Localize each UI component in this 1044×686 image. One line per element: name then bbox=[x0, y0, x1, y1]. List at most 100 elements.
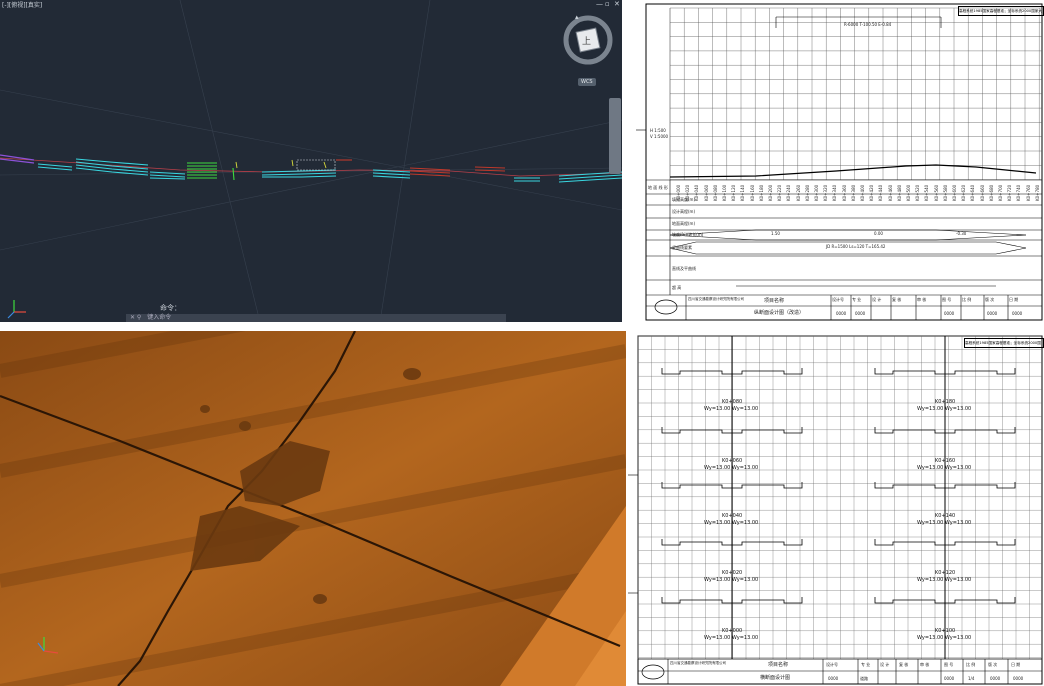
row-label-alignment: 直线及平曲线 bbox=[672, 266, 696, 271]
tb-value-5: 0000 bbox=[1012, 311, 1023, 316]
station-label: K0+360 bbox=[841, 184, 847, 201]
station-label: K0+140 bbox=[740, 184, 746, 201]
profile-corner-note: 高程系统1985国家高程基准；坐标系统2000国家大地坐标系 bbox=[958, 6, 1044, 16]
profile-drawing-sheet[interactable]: 高程系统1985国家高程基准；坐标系统2000国家大地坐标系 R-6000 T-… bbox=[636, 0, 1044, 322]
section-width-label: Wy=13.00 Wy=13.00 bbox=[704, 577, 759, 583]
command-input[interactable]: ✕ ⚲ 键入命令 bbox=[126, 314, 506, 322]
station-label: K0+460 bbox=[887, 184, 893, 201]
section-station-label: K0+040 bbox=[722, 513, 743, 519]
tb2-value-1: 0000 bbox=[828, 676, 839, 681]
company-logo-icon bbox=[654, 299, 678, 315]
station-label: K0+000 bbox=[676, 184, 681, 201]
section-width-label: Wy=13.00 Wy=13.00 bbox=[704, 406, 759, 412]
station-label: K0+120 bbox=[731, 184, 737, 201]
tb2-company: 四川省交通勘察设计研究院有限公司 bbox=[670, 661, 726, 665]
station-label: K0+020 bbox=[685, 184, 691, 201]
station-label: K0+220 bbox=[777, 184, 783, 201]
wcs-menu[interactable]: WCS bbox=[578, 78, 596, 86]
station-label: K0+780 bbox=[1034, 184, 1040, 201]
title-block-label-2: 设 计 bbox=[880, 662, 890, 667]
station-label: K0+160 bbox=[749, 184, 755, 201]
station-label: K0+300 bbox=[814, 184, 819, 201]
tb-project-label: 项目名称 bbox=[764, 298, 785, 304]
pointcloud-view[interactable] bbox=[0, 331, 626, 686]
station-label: K0+320 bbox=[823, 184, 829, 201]
row-label-design-elev: 设计高程(m) bbox=[672, 209, 696, 214]
station-label: K0+200 bbox=[768, 184, 773, 201]
design-profile-line bbox=[669, 164, 1037, 178]
section-station-label: K0+120 bbox=[935, 570, 956, 576]
pavement-pointcloud-image bbox=[0, 331, 626, 686]
section-width-label: Wy=13.00 Wy=13.00 bbox=[917, 520, 972, 526]
section-station-label: K0+080 bbox=[722, 399, 743, 405]
tb-drawing-name: 纵断面设计图（改造） bbox=[754, 310, 805, 316]
cross-section-drawing-sheet[interactable]: 高程系统1985国家高程基准；坐标系统2000国家大地坐标系 K0+080Wy=… bbox=[628, 333, 1044, 686]
station-label: K0+180 bbox=[758, 184, 764, 201]
station-label: K0+600 bbox=[952, 184, 957, 201]
pointcloud-strips bbox=[0, 154, 622, 183]
grade-left: 1.50 bbox=[771, 231, 780, 236]
scale-label-h: H 1:500 bbox=[650, 128, 666, 133]
title-block-label-2: 比 例 bbox=[966, 662, 976, 667]
ucs-icon bbox=[7, 300, 26, 319]
row-label-grade: 坡度(%)/坡长(m) bbox=[672, 232, 704, 237]
section-station-label: K0+180 bbox=[935, 399, 956, 405]
tb2-value-4: 1/4 bbox=[968, 676, 975, 681]
command-placeholder: 键入命令 bbox=[147, 314, 172, 321]
title-block-label-2: 专 业 bbox=[861, 662, 871, 667]
station-label: K0+580 bbox=[942, 184, 948, 201]
station-label: K0+400 bbox=[860, 184, 865, 201]
tb-company: 四川省交通勘察设计研究院有限公司 bbox=[688, 297, 744, 301]
station-label: K0+540 bbox=[924, 184, 930, 201]
tb2-value-2: 道路 bbox=[860, 676, 868, 681]
company-logo-icon-2 bbox=[641, 664, 665, 680]
section-width-label: Wy=13.00 Wy=13.00 bbox=[704, 635, 759, 641]
station-label: K0+040 bbox=[694, 184, 700, 201]
station-label: K0+500 bbox=[906, 184, 911, 201]
station-label: K0+060 bbox=[703, 184, 709, 201]
section-station-label: K0+140 bbox=[935, 513, 956, 519]
scale-label-v: V 1:5000 bbox=[650, 134, 669, 139]
station-label: K0+420 bbox=[869, 184, 875, 201]
station-label: K0+280 bbox=[804, 184, 810, 201]
station-label: K0+740 bbox=[1016, 184, 1022, 201]
profile-grid bbox=[636, 3, 1043, 321]
section-station-label: K0+160 bbox=[935, 458, 956, 464]
viewcube-north: ▴ bbox=[575, 13, 579, 21]
section-station-label: K0+100 bbox=[935, 628, 956, 634]
tb-value-1: 0000 bbox=[836, 311, 847, 316]
curve-text: JD R=1500 Ls=120 T=165.42 bbox=[826, 244, 886, 249]
cad-viewport[interactable]: [-][俯视][真实] — ▫ ✕ 上 ▴ WCS 命令： ✕ ⚲ 键入命令 bbox=[0, 0, 622, 322]
station-label: K0+660 bbox=[979, 184, 985, 201]
section-width-label: Wy=13.00 Wy=13.00 bbox=[704, 520, 759, 526]
section-station-label: K0+060 bbox=[722, 458, 743, 464]
section-width-label: Wy=13.00 Wy=13.00 bbox=[704, 465, 759, 471]
row-label-superelevation: 超 高 bbox=[672, 285, 682, 290]
station-label: K0+260 bbox=[795, 184, 801, 201]
command-close-icon[interactable]: ✕ ⚲ bbox=[130, 314, 141, 321]
station-label: K0+240 bbox=[786, 184, 792, 201]
tb2-value-3: 0000 bbox=[944, 676, 955, 681]
tb2-drawing-name: 横断面设计图 bbox=[760, 675, 791, 681]
title-block-label: 版 次 bbox=[985, 297, 995, 302]
station-label: K0+620 bbox=[961, 184, 967, 201]
cad-drawing-area[interactable] bbox=[0, 0, 622, 322]
tb-value-3: 0000 bbox=[944, 311, 955, 316]
title-block-label-2: 图 号 bbox=[944, 662, 954, 667]
title-block-label-2: 日 期 bbox=[1011, 662, 1021, 667]
title-block-label: 日 期 bbox=[1009, 297, 1019, 302]
tb2-value-6: 0000 bbox=[1013, 676, 1024, 681]
title-block-label: 图 号 bbox=[942, 297, 952, 302]
tb2-project-label: 项目名称 bbox=[768, 662, 789, 668]
station-label: K0+700 bbox=[998, 184, 1003, 201]
navigation-bar[interactable] bbox=[609, 98, 621, 174]
peak-annotation: R-6000 T-100.50 E-0.84 bbox=[844, 22, 892, 27]
grade-right: -0.30 bbox=[956, 231, 967, 236]
station-label: K0+760 bbox=[1025, 184, 1031, 201]
title-block-label-2: 审 核 bbox=[920, 662, 930, 667]
section-width-label: Wy=13.00 Wy=13.00 bbox=[917, 406, 972, 412]
title-block-label: 设 计 bbox=[872, 297, 882, 302]
row-label-vertical-curve: 竖曲线要素 bbox=[672, 245, 692, 250]
section-width-label: Wy=13.00 Wy=13.00 bbox=[917, 465, 972, 471]
station-label: K0+680 bbox=[988, 184, 994, 201]
